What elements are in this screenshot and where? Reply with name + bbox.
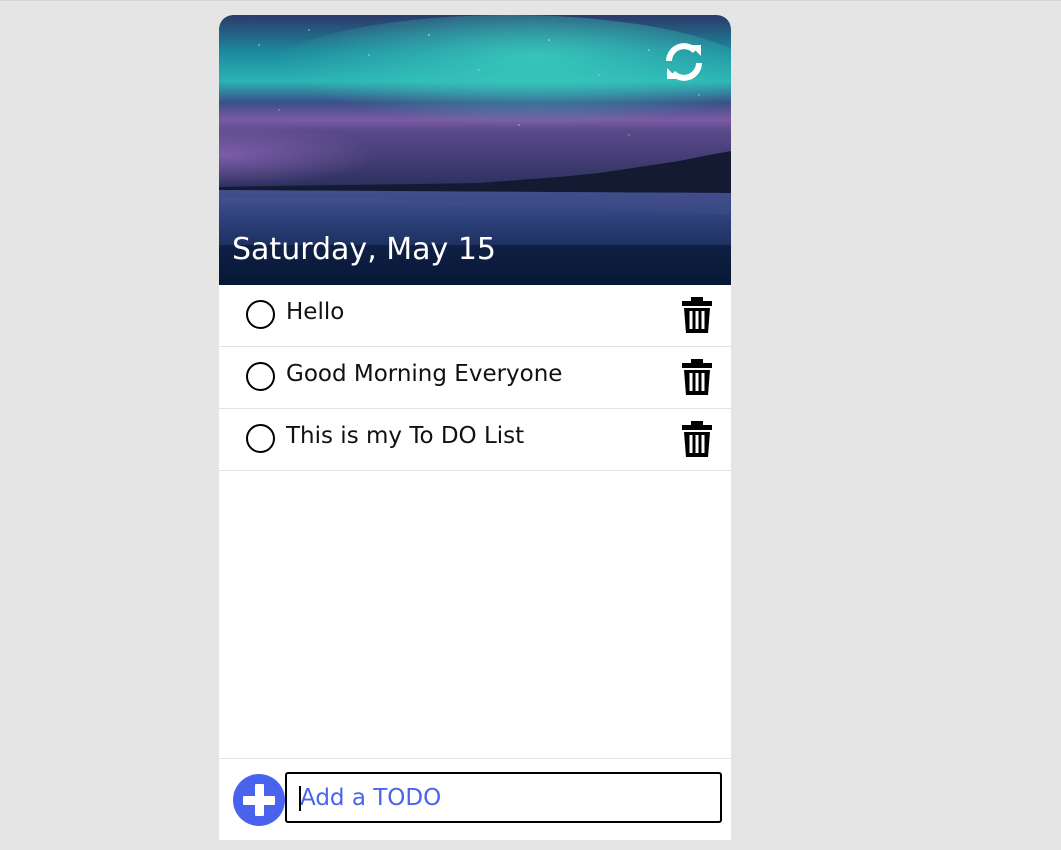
todo-item: Good Morning Everyone bbox=[219, 347, 731, 409]
complete-toggle-circle-icon[interactable] bbox=[246, 300, 275, 329]
todo-text: This is my To DO List bbox=[286, 423, 525, 449]
todo-text: Good Morning Everyone bbox=[286, 361, 563, 387]
page-top-border bbox=[0, 0, 1061, 1]
header-banner: Saturday, May 15 bbox=[219, 15, 731, 285]
refresh-icon[interactable] bbox=[663, 41, 705, 83]
add-todo-input[interactable] bbox=[285, 772, 722, 823]
todo-item: This is my To DO List bbox=[219, 409, 731, 471]
text-caret bbox=[299, 786, 301, 811]
trash-icon[interactable] bbox=[681, 359, 713, 395]
trash-icon[interactable] bbox=[681, 297, 713, 333]
plus-icon-vertical bbox=[254, 784, 264, 816]
todo-app: Saturday, May 15 Hello Good Morning Ever… bbox=[219, 15, 731, 840]
todo-item: Hello bbox=[219, 285, 731, 347]
complete-toggle-circle-icon[interactable] bbox=[246, 362, 275, 391]
complete-toggle-circle-icon[interactable] bbox=[246, 424, 275, 453]
add-todo-bar bbox=[219, 758, 731, 840]
trash-icon[interactable] bbox=[681, 421, 713, 457]
add-todo-button[interactable] bbox=[233, 774, 285, 826]
todo-text: Hello bbox=[286, 299, 345, 325]
current-date: Saturday, May 15 bbox=[232, 232, 496, 267]
todo-list: Hello Good Morning Everyone This is my T… bbox=[219, 285, 731, 471]
